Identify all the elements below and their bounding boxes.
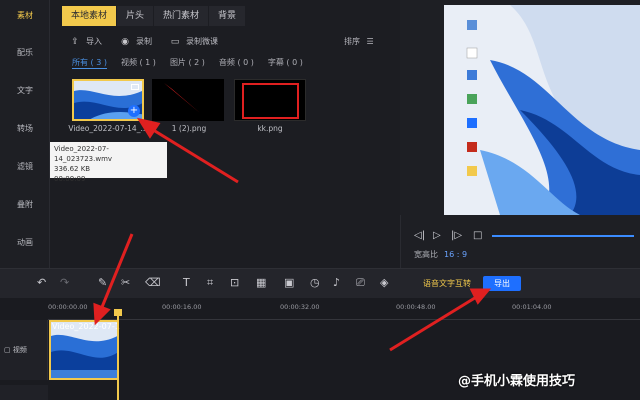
preview-screen (400, 0, 640, 215)
media-toolbar: ⇪ 导入 ◉ 录制 ▭ 录制微课 (70, 36, 236, 47)
ruler-tick-label: 00:00:00.00 (48, 303, 88, 311)
edit-toolbar (0, 268, 640, 298)
nav-item-media[interactable]: 素材 (0, 10, 50, 21)
media-thumb-image-2[interactable] (234, 79, 306, 121)
transform-icon[interactable]: ⊡ (230, 276, 239, 289)
ruler-tick-label: 00:00:32.00 (280, 303, 320, 311)
playhead[interactable] (117, 311, 119, 400)
nav-item-overlay[interactable]: 叠附 (0, 199, 50, 210)
tooltip-filename: Video_2022-07-14_023723.wmv (54, 145, 113, 163)
add-to-timeline-icon[interactable]: + (128, 105, 140, 117)
tab-hot-media[interactable]: 热门素材 (154, 6, 209, 26)
media-tooltip: Video_2022-07-14_023723.wmv 336.62 KB 00… (50, 142, 167, 183)
image-thumbnail (152, 79, 224, 121)
camera-icon (131, 84, 139, 90)
media-name-video: Video_2022-07-14_... (68, 124, 148, 133)
filter-subtitle[interactable]: 字幕 ( 0 ) (268, 57, 303, 69)
export-button[interactable]: 导出 (483, 276, 521, 291)
redo-icon[interactable]: ↷ (60, 276, 69, 289)
clip-label: Video_2022-07-1 (52, 322, 120, 331)
undo-icon[interactable]: ↶ (37, 276, 46, 289)
sort-label: 排序 (344, 37, 360, 46)
clock-icon[interactable]: ◷ (310, 276, 320, 289)
pen-icon[interactable]: ✎ (98, 276, 107, 289)
list-icon: ☰ (366, 37, 374, 46)
left-nav: 素材 配乐 文字 转场 滤镜 叠附 动画 (0, 0, 50, 268)
preview-seekbar[interactable] (492, 235, 634, 237)
media-name-image-1: 1 (2).png (171, 124, 207, 133)
record-icon: ◉ (121, 36, 129, 47)
tooltip-size: 336.62 KB (54, 165, 91, 173)
preview-wallpaper (400, 0, 640, 215)
library-tabs: 本地素材 片头 热门素材 背景 (62, 6, 246, 26)
ruler-tick-label: 00:00:48.00 (396, 303, 436, 311)
media-thumb-video[interactable]: + (72, 79, 144, 121)
mic-icon[interactable]: ♪ (333, 276, 340, 289)
paint-icon[interactable]: ◈ (380, 276, 388, 289)
aspect-ratio-label: 宽高比 (414, 250, 438, 259)
video-track-name: 视频 (12, 346, 27, 354)
filter-video[interactable]: 视频 ( 1 ) (121, 57, 156, 69)
tooltip-duration: 00:00:09 (54, 175, 86, 183)
record-button[interactable]: ◉ 录制 (120, 36, 152, 47)
media-name-image-2: kk.png (257, 124, 283, 133)
filter-image[interactable]: 图片 ( 2 ) (170, 57, 205, 69)
nav-item-transition[interactable]: 转场 (0, 123, 50, 134)
tab-background[interactable]: 背景 (209, 6, 246, 26)
aspect-ratio-value: 16 : 9 (444, 250, 468, 259)
scissors-icon[interactable]: ✂ (121, 276, 130, 289)
speech-to-text-button[interactable]: 语音文字互转 (423, 278, 471, 289)
nav-item-animation[interactable]: 动画 (0, 237, 50, 248)
screen-record-icon: ▭ (170, 36, 180, 47)
import-label: 导入 (86, 37, 102, 46)
media-filters: 所有 ( 3 ) 视频 ( 1 ) 图片 ( 2 ) 音频 ( 0 ) 字幕 (… (72, 57, 317, 69)
aspect-ratio[interactable]: 宽高比 16 : 9 (414, 249, 467, 260)
filter-audio[interactable]: 音频 ( 0 ) (219, 57, 254, 69)
watermark: @手机小霖使用技巧 (458, 374, 576, 389)
audio-track-header (0, 385, 48, 400)
delete-icon[interactable]: ⌫ (145, 276, 161, 289)
nav-item-music[interactable]: 配乐 (0, 47, 50, 58)
tab-intro[interactable]: 片头 (117, 6, 154, 26)
ruler-tick-label: 00:01:04.00 (512, 303, 552, 311)
mosaic-icon[interactable]: ▦ (256, 276, 266, 289)
text-icon[interactable]: T (183, 276, 190, 289)
video-track-icon: ▢ (4, 346, 13, 354)
sort-button[interactable]: 排序 ☰ (344, 36, 374, 47)
import-button[interactable]: ⇪ 导入 (70, 36, 102, 47)
import-icon: ⇪ (71, 36, 79, 47)
ruler-tick-label: 00:00:16.00 (162, 303, 202, 311)
nav-item-text[interactable]: 文字 (0, 85, 50, 96)
record-label: 录制 (136, 37, 152, 46)
video-track-label: ▢ 视频 (4, 345, 27, 355)
record-lesson-button[interactable]: ▭ 录制微课 (170, 36, 218, 47)
next-frame-button[interactable]: |▷ (451, 230, 462, 241)
media-thumb-image-1[interactable] (152, 79, 224, 121)
play-button[interactable]: ▷ (433, 230, 441, 241)
screenshot-icon[interactable]: ⎚ (356, 276, 365, 290)
crop-icon[interactable]: ⌗ (207, 276, 213, 290)
record-lesson-label: 录制微课 (186, 37, 218, 46)
frame-icon[interactable]: ▣ (284, 276, 294, 289)
image-thumbnail-frame (242, 83, 299, 119)
stop-button[interactable]: □ (473, 230, 482, 241)
filter-all[interactable]: 所有 ( 3 ) (72, 57, 107, 69)
editor-app: 素材 配乐 文字 转场 滤镜 叠附 动画 本地素材 片头 热门素材 背景 ⇪ 导… (0, 0, 640, 400)
nav-item-filter[interactable]: 滤镜 (0, 161, 50, 172)
tab-local-media[interactable]: 本地素材 (62, 6, 117, 26)
prev-frame-button[interactable]: ◁| (414, 230, 425, 241)
